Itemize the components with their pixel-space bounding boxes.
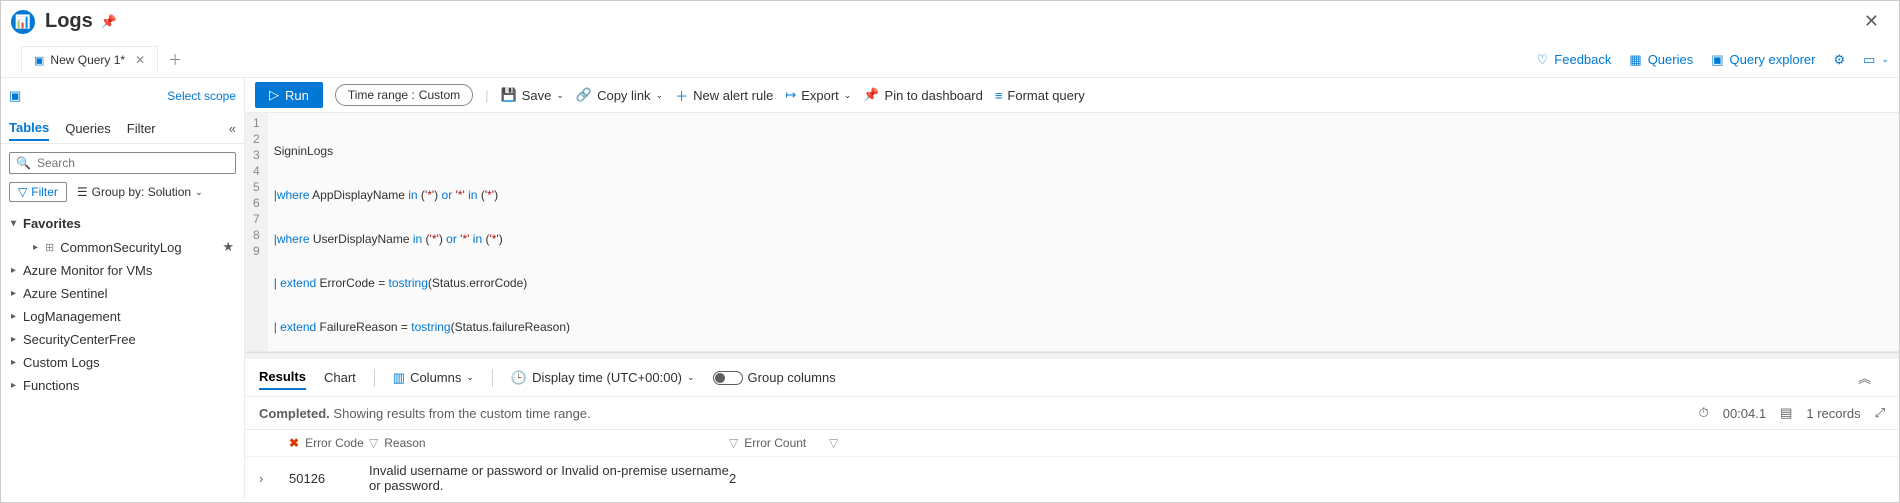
filter-button[interactable]: ▽Filter <box>9 182 67 202</box>
close-icon[interactable]: ✕ <box>1854 7 1889 36</box>
list-icon: ☰ <box>77 185 88 199</box>
format-query-button[interactable]: ≡Format query <box>995 88 1085 103</box>
results-header: ✖ Error Code ▽ Reason ▽ Error Count ▽ <box>245 430 1899 456</box>
filter-funnel-icon[interactable]: ▽ <box>729 436 738 450</box>
collapse-results-icon[interactable]: ︽ <box>1858 368 1885 387</box>
results-tab[interactable]: Results <box>259 365 306 390</box>
results-toolbar: Results Chart ▥Columns ⌄ 🕒Display time (… <box>245 359 1899 397</box>
tree-item[interactable]: ▸Azure Sentinel <box>1 282 244 305</box>
pin-dashboard-button[interactable]: 📌Pin to dashboard <box>863 87 982 103</box>
columns-icon: ▥ <box>393 370 405 386</box>
save-button[interactable]: 💾Save ⌄ <box>501 87 564 103</box>
query-tab-icon: ▣ <box>34 54 44 67</box>
tab-tables[interactable]: Tables <box>9 116 49 141</box>
query-tabs-row: ▣ New Query 1* ✕ ＋ ♡Feedback ▦Queries ▣Q… <box>1 42 1899 78</box>
records-icon: ▤ <box>1780 405 1792 421</box>
query-explorer-button[interactable]: ▣Query explorer <box>1711 52 1815 68</box>
col-error-code[interactable]: Error Code <box>305 436 364 450</box>
scope-icon: ▣ <box>9 88 21 104</box>
export-icon: ↦ <box>785 87 796 103</box>
error-x-icon: ✖ <box>289 436 299 450</box>
logs-logo-icon: 📊 <box>11 10 35 34</box>
line-gutter: 123456789 <box>245 113 268 351</box>
search-input[interactable] <box>37 156 229 170</box>
columns-dropdown[interactable]: ▥Columns ⌄ <box>393 370 474 386</box>
query-time: 00:04.1 <box>1723 406 1766 421</box>
run-button[interactable]: ▷Run <box>255 82 323 108</box>
sidebar: ▣ Select scope Tables Queries Filter « 🔍… <box>1 78 245 499</box>
chevron-down-icon: ⌄ <box>195 187 203 198</box>
heart-icon: ♡ <box>1537 52 1549 68</box>
tree-item[interactable]: ▸LogManagement <box>1 305 244 328</box>
record-count: 1 records <box>1806 406 1860 421</box>
cell-reason: Invalid username or password or Invalid … <box>369 463 729 493</box>
tree-item[interactable]: ▸Custom Logs <box>1 351 244 374</box>
filter-funnel-icon[interactable]: ▽ <box>369 436 378 450</box>
filter-funnel-icon[interactable]: ▽ <box>829 436 838 450</box>
select-scope-button[interactable]: Select scope <box>167 89 236 103</box>
export-button[interactable]: ↦Export ⌄ <box>785 87 851 103</box>
clock-icon: 🕒 <box>511 370 527 386</box>
caret-down-icon: ▾ <box>11 218 23 229</box>
tree-item[interactable]: ▸Functions <box>1 374 244 397</box>
explorer-icon: ▣ <box>1711 52 1723 68</box>
settings-icon[interactable]: ⚙ <box>1834 52 1846 68</box>
expand-row-icon[interactable]: › <box>259 471 289 486</box>
status-message: Showing results from the custom time ran… <box>333 406 590 421</box>
status-row: Completed. Showing results from the cust… <box>245 397 1899 430</box>
status-completed: Completed. <box>259 406 330 421</box>
code-area[interactable]: SigninLogs |where AppDisplayName in ('*'… <box>268 113 1368 351</box>
search-input-wrapper[interactable]: 🔍 <box>9 152 236 174</box>
query-toolbar: ▷Run Time range : Custom | 💾Save ⌄ 🔗Copy… <box>245 78 1899 113</box>
page-header: 📊 Logs 📌 ✕ <box>1 1 1899 42</box>
queries-button[interactable]: ▦Queries <box>1629 52 1693 68</box>
time-range-dropdown[interactable]: Time range : Custom <box>335 84 473 106</box>
favorites-group[interactable]: ▾Favorites <box>1 212 244 235</box>
col-reason[interactable]: Reason <box>384 436 425 450</box>
chart-tab[interactable]: Chart <box>324 366 356 389</box>
new-alert-button[interactable]: ＋New alert rule <box>675 86 773 105</box>
tab-queries[interactable]: Queries <box>65 117 111 140</box>
group-columns-toggle[interactable]: Group columns <box>713 370 836 385</box>
queries-icon: ▦ <box>1629 52 1641 68</box>
cell-error-code: 50126 <box>289 471 369 486</box>
tree-item[interactable]: ▸SecurityCenterFree <box>1 328 244 351</box>
play-icon: ▷ <box>269 87 279 103</box>
page-title: Logs <box>45 10 93 33</box>
copy-link-button[interactable]: 🔗Copy link ⌄ <box>576 87 663 103</box>
plus-icon: ＋ <box>675 86 688 105</box>
feedback-button[interactable]: ♡Feedback <box>1537 52 1612 68</box>
group-by-dropdown[interactable]: ☰Group by: Solution ⌄ <box>77 185 203 199</box>
format-icon: ≡ <box>995 88 1003 103</box>
save-icon: 💾 <box>501 87 517 103</box>
pin-icon: 📌 <box>863 87 879 103</box>
collapse-sidebar-icon[interactable]: « <box>229 121 236 136</box>
editor-scrollbar[interactable] <box>245 352 1899 359</box>
col-error-count[interactable]: Error Count <box>744 436 806 450</box>
help-icon[interactable]: ▭ ⌄ <box>1863 52 1889 68</box>
search-icon: 🔍 <box>16 156 31 170</box>
add-tab-button[interactable]: ＋ <box>168 50 182 70</box>
pin-icon[interactable]: 📌 <box>101 14 117 30</box>
query-editor[interactable]: 123456789 SigninLogs |where AppDisplayNa… <box>245 113 1899 352</box>
favorite-item[interactable]: ▸⊞CommonSecurityLog★ <box>1 235 244 259</box>
tree-item[interactable]: ▸Azure Monitor for VMs <box>1 259 244 282</box>
display-time-dropdown[interactable]: 🕒Display time (UTC+00:00) ⌄ <box>511 370 695 386</box>
tab-filter[interactable]: Filter <box>127 117 156 140</box>
star-icon[interactable]: ★ <box>222 239 234 255</box>
tab-close-icon[interactable]: ✕ <box>135 53 145 67</box>
result-row[interactable]: › 50126 Invalid username or password or … <box>245 456 1899 499</box>
table-icon: ⊞ <box>45 241 54 254</box>
query-tab[interactable]: ▣ New Query 1* ✕ <box>21 46 158 73</box>
funnel-icon: ▽ <box>18 185 27 199</box>
query-tab-label: New Query 1* <box>50 53 125 67</box>
cell-error-count: 2 <box>729 471 829 486</box>
expand-icon[interactable]: ⤢ <box>1875 405 1885 421</box>
link-icon: 🔗 <box>576 87 592 103</box>
stopwatch-icon: ⏱ <box>1699 405 1709 421</box>
